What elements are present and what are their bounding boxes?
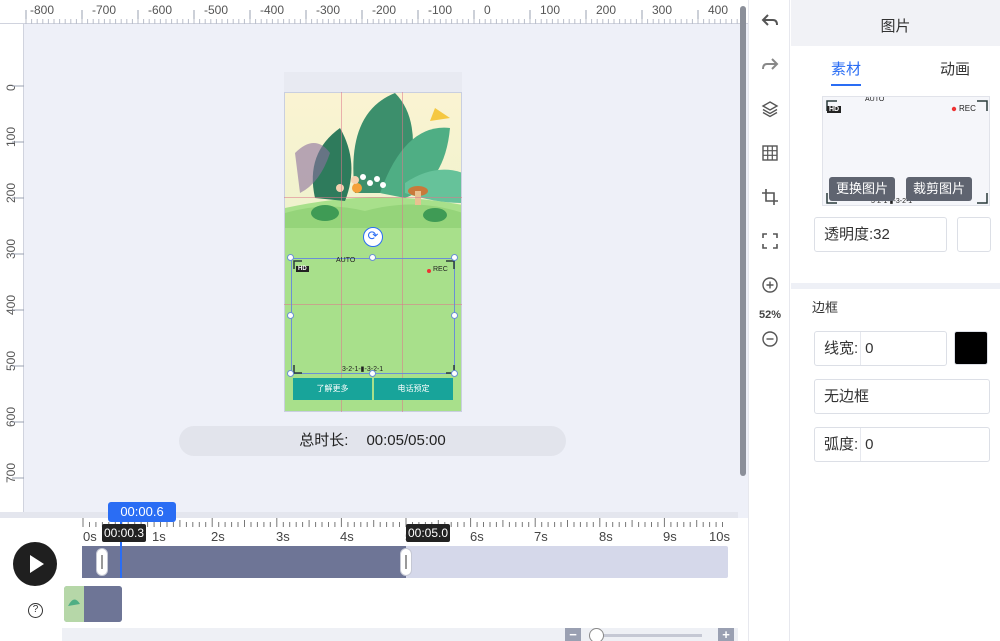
ruler-left-ticks bbox=[12, 85, 24, 479]
timeline-label: 7s bbox=[534, 529, 548, 544]
image-thumbnail: HD AUTO REC 3-2-1-▮-3-2-1 更换图片 裁剪图片 bbox=[822, 96, 990, 206]
guide-line bbox=[284, 197, 462, 198]
crop-icon[interactable] bbox=[749, 188, 791, 211]
playhead-time: 00:00.6 bbox=[108, 502, 176, 522]
timeline-label: 4s bbox=[340, 529, 354, 544]
phone-top-band bbox=[284, 72, 462, 92]
thumb-rec-label: REC bbox=[959, 104, 976, 113]
vertical-scrollbar[interactable] bbox=[740, 6, 746, 476]
resize-handle-w[interactable] bbox=[287, 312, 294, 319]
crop-image-button[interactable]: 裁剪图片 bbox=[906, 177, 973, 201]
resize-handle-e[interactable] bbox=[451, 312, 458, 319]
clip-start-time: 00:00.3 bbox=[102, 524, 147, 542]
line-width-label: 线宽: bbox=[824, 340, 859, 357]
camera-frame-graphic bbox=[293, 260, 455, 374]
border-color-swatch[interactable] bbox=[954, 331, 988, 365]
radius-label: 弧度: bbox=[824, 436, 859, 453]
timeline-label: 6s bbox=[470, 529, 484, 544]
ruler-top-ticks bbox=[25, 10, 744, 24]
counter-label: 3-2-1-▮-3-2-1 bbox=[342, 366, 384, 373]
line-width-value[interactable]: 0 bbox=[865, 340, 873, 357]
properties-panel: 图片 素材 动画 HD AUTO REC 3-2-1-▮-3-2-1 更换图片 … bbox=[791, 0, 1000, 641]
timeline-label: 1s bbox=[152, 529, 166, 544]
auto-label: AUTO bbox=[336, 257, 356, 264]
timeline-label: 9s bbox=[663, 529, 677, 544]
duration-label: 总时长: bbox=[299, 432, 349, 449]
opacity-label: 透明度: bbox=[824, 226, 874, 243]
timeline-label: 0s bbox=[83, 529, 97, 544]
resize-handle-nw[interactable] bbox=[287, 254, 294, 261]
canvas-area[interactable]: -800 -700 -600 -500 -400 -300 -200 -100 … bbox=[0, 0, 748, 518]
zoom-out-icon[interactable] bbox=[749, 330, 791, 353]
zoom-in-icon[interactable] bbox=[749, 276, 791, 299]
timeline-zoom-slider[interactable] bbox=[596, 634, 702, 637]
grid-icon[interactable] bbox=[749, 144, 791, 167]
zoom-percent: 52% bbox=[758, 309, 782, 321]
undo-icon[interactable] bbox=[749, 12, 791, 35]
redo-icon[interactable] bbox=[749, 56, 791, 79]
hd-badge: HD bbox=[296, 266, 309, 272]
resize-handle-n[interactable] bbox=[369, 254, 376, 261]
duration-value: 00:05/05:00 bbox=[366, 432, 446, 449]
timeline-label: 8s bbox=[599, 529, 613, 544]
fullscreen-icon[interactable] bbox=[749, 232, 791, 255]
ruler-left: 0 100 200 300 400 500 600 700 bbox=[0, 24, 24, 518]
resize-handle-sw[interactable] bbox=[287, 370, 294, 377]
resize-handle-s[interactable] bbox=[369, 370, 376, 377]
radius-value[interactable]: 0 bbox=[865, 436, 873, 453]
layers-icon[interactable] bbox=[749, 100, 791, 123]
opacity-field[interactable]: 透明度:32 bbox=[814, 217, 947, 252]
call-booking-button[interactable]: 电话预定 bbox=[374, 378, 453, 400]
resize-handle-se[interactable] bbox=[451, 370, 458, 377]
timeline-zoom-out-button[interactable]: − bbox=[565, 628, 581, 641]
border-heading: 边框 bbox=[812, 300, 839, 315]
thumb-hd-badge: HD bbox=[827, 106, 842, 113]
selected-image-element[interactable]: HD AUTO REC 3-2-1-▮-3-2-1 bbox=[291, 257, 455, 374]
opacity-value[interactable]: 32 bbox=[873, 226, 890, 243]
clip-end-time: 00:05.0 bbox=[406, 524, 451, 542]
rec-label: REC bbox=[433, 266, 448, 273]
rotate-icon[interactable]: ⟳ bbox=[363, 227, 383, 247]
timeline-label: 3s bbox=[276, 529, 290, 544]
clip-start-handle[interactable] bbox=[96, 548, 108, 576]
replace-image-button[interactable]: 更换图片 bbox=[829, 177, 896, 201]
timeline-zoom-in-button[interactable]: + bbox=[718, 628, 734, 641]
opacity-color-swatch[interactable] bbox=[957, 217, 991, 252]
ruler-top: -800 -700 -600 -500 -400 -300 -200 -100 … bbox=[0, 0, 748, 24]
thumb-auto-label: AUTO bbox=[865, 96, 885, 103]
clip-end-handle[interactable] bbox=[400, 548, 412, 576]
section-divider bbox=[791, 283, 1000, 289]
timeline-label: 2s bbox=[211, 529, 225, 544]
panel-title: 图片 bbox=[791, 0, 1000, 46]
radius-field[interactable]: 弧度: 0 bbox=[814, 427, 990, 462]
border-style-value: 无边框 bbox=[824, 388, 870, 405]
help-icon[interactable]: ? bbox=[28, 603, 43, 618]
tab-material[interactable]: 素材 bbox=[831, 58, 861, 79]
resize-handle-ne[interactable] bbox=[451, 254, 458, 261]
tab-animation[interactable]: 动画 bbox=[940, 58, 970, 79]
active-tab-indicator bbox=[831, 84, 861, 86]
border-style-select[interactable]: 无边框 bbox=[814, 379, 990, 414]
timeline-clip[interactable] bbox=[82, 546, 406, 578]
layer-thumbnail[interactable] bbox=[64, 586, 122, 622]
learn-more-button[interactable]: 了解更多 bbox=[293, 378, 372, 400]
play-button[interactable] bbox=[13, 542, 57, 586]
timeline-zoom-knob[interactable] bbox=[589, 628, 604, 641]
timeline-label: 10s bbox=[709, 529, 730, 544]
line-width-field[interactable]: 线宽: 0 bbox=[814, 331, 947, 366]
total-duration: 总时长: 00:05/05:00 bbox=[179, 426, 566, 456]
layer-thumbnail-graphic bbox=[64, 586, 122, 622]
tool-strip: 52% bbox=[748, 0, 790, 641]
